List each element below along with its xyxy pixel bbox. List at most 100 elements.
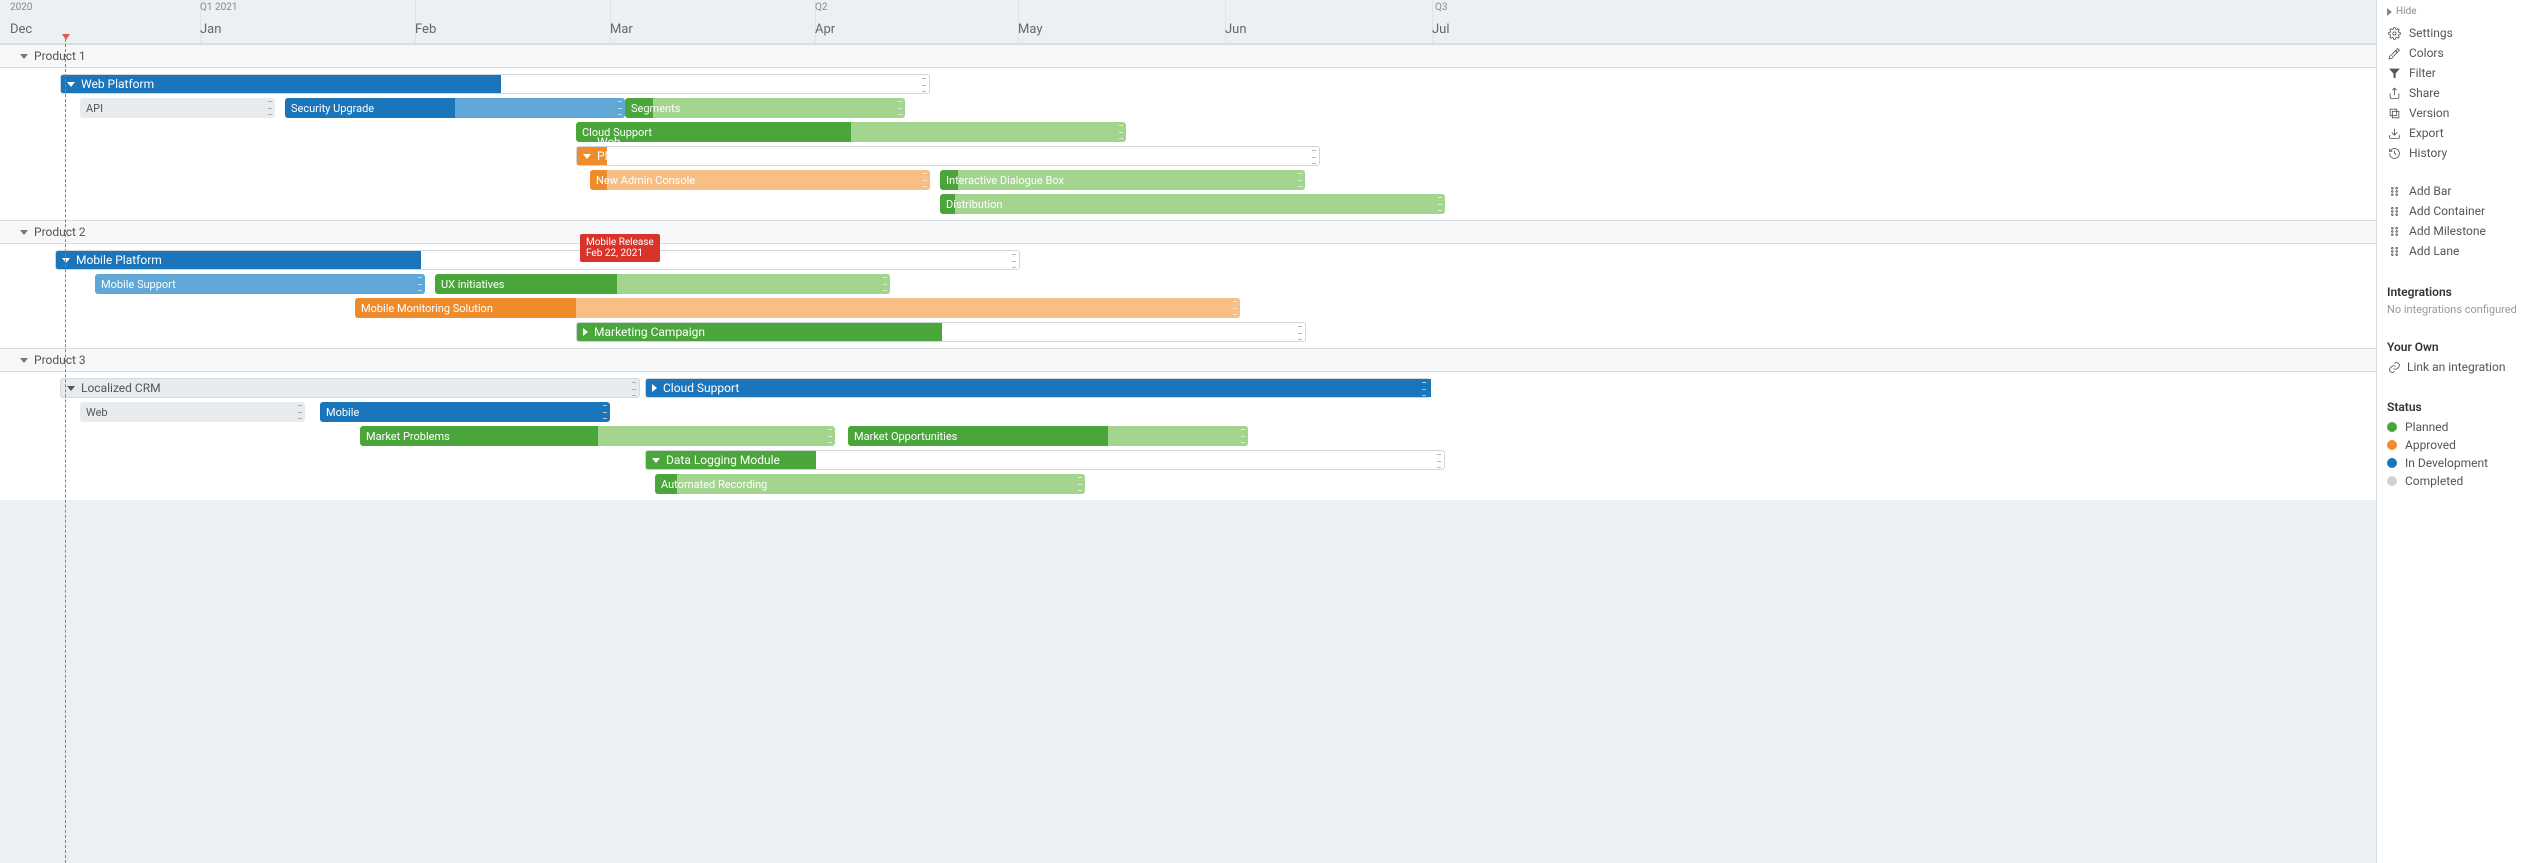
drag-handle-icon[interactable]: [1233, 301, 1237, 315]
drag-handle-icon[interactable]: [1241, 429, 1245, 443]
timeline-row: Automated Recording: [0, 472, 2376, 496]
drag-handle-icon[interactable]: [828, 429, 832, 443]
lane-title: Product 2: [34, 225, 86, 239]
menu-item-version[interactable]: Version: [2387, 103, 2536, 123]
timeline-bar[interactable]: Mobile Support: [95, 274, 425, 294]
hide-sidebar-button[interactable]: Hide: [2387, 6, 2536, 17]
timeline-row: Marketing Campaign: [0, 320, 2376, 344]
menu-item-export[interactable]: Export: [2387, 123, 2536, 143]
timeline-bar[interactable]: Web: [80, 402, 305, 422]
timeline-bar[interactable]: Cloud Support: [576, 122, 1126, 142]
timeline-bar[interactable]: Mobile Monitoring Solution: [355, 298, 1240, 318]
timeline-bar[interactable]: Distribution: [940, 194, 1445, 214]
lane-header[interactable]: Product 1: [0, 44, 2376, 68]
drag-handle-icon[interactable]: [1312, 150, 1316, 164]
menu-item-settings[interactable]: Settings: [2387, 23, 2536, 43]
timeline-bar[interactable]: Market Problems: [360, 426, 835, 446]
filter-icon: [2387, 66, 2401, 80]
container-bar[interactable]: Cloud Support: [645, 378, 1430, 398]
drag-handle-icon[interactable]: [922, 78, 926, 92]
timeline-bar[interactable]: Segments: [625, 98, 905, 118]
drag-handle-icon[interactable]: [1078, 477, 1082, 491]
timeline-bar[interactable]: UX initiatives: [435, 274, 890, 294]
drag-handle-icon[interactable]: [418, 277, 422, 291]
timeline-toplabel: Q3: [1435, 2, 1448, 13]
drag-handle-icon[interactable]: [618, 101, 622, 115]
link-integration-button[interactable]: Link an integration: [2387, 358, 2536, 376]
menu-item-history[interactable]: History: [2387, 143, 2536, 163]
container-bar[interactable]: Localized CRM: [60, 378, 640, 398]
timeline-row: Distribution: [0, 192, 2376, 216]
drag-handle-icon[interactable]: [1438, 197, 1442, 211]
drag-handle-icon[interactable]: [1422, 382, 1426, 396]
your-own-title: Your Own: [2387, 340, 2536, 354]
status-in-development[interactable]: In Development: [2387, 454, 2536, 472]
link-icon: [2387, 360, 2401, 374]
chevron-right-icon: [583, 328, 588, 336]
bar-label: Localized CRM: [81, 381, 161, 395]
lanes-container: Product 1 Web Platform API Security Upgrade…: [0, 44, 2376, 500]
timeline-bar[interactable]: Automated Recording: [655, 474, 1085, 494]
chevron-down-icon: [62, 258, 70, 263]
lane-header[interactable]: Product 3: [0, 348, 2376, 372]
container-bar[interactable]: Mobile Platform: [55, 250, 1020, 270]
menu-item-colors[interactable]: Colors: [2387, 43, 2536, 63]
integrations-title: Integrations: [2387, 285, 2536, 299]
add-item-add-bar[interactable]: Add Bar: [2387, 181, 2536, 201]
timeline-bar[interactable]: New Admin Console: [590, 170, 930, 190]
timeline-row: Localized CRM Cloud Support: [0, 376, 2376, 400]
sidebar: Hide SettingsColorsFilterShareVersionExp…: [2376, 0, 2546, 863]
timeline-bar[interactable]: Security Upgrade: [285, 98, 625, 118]
lane-header[interactable]: Product 2: [0, 220, 2376, 244]
lane-body: Mobile ReleaseFeb 22, 2021Mobile Platfor…: [0, 244, 2376, 348]
drag-handle-icon[interactable]: [1437, 454, 1441, 468]
timeline-bar[interactable]: API: [80, 98, 275, 118]
timeline-main: 2020Q1 2021Q2Q3DecJanFebMarAprMayJunJul …: [0, 0, 2376, 863]
add-item-add-lane[interactable]: Add Lane: [2387, 241, 2536, 261]
drag-handle-icon[interactable]: [603, 405, 607, 419]
bar-label: Mobile Monitoring Solution: [361, 302, 493, 315]
container-bar[interactable]: Web Platform: [60, 74, 930, 94]
add-item-add-container[interactable]: Add Container: [2387, 201, 2536, 221]
menu-item-label: Add Bar: [2409, 184, 2451, 198]
timeline-row: Web Platform 2.0: [0, 144, 2376, 168]
timeline-monthlabel: Mar: [610, 22, 633, 37]
chevron-right-icon: [2387, 8, 2392, 16]
drag-handle-icon[interactable]: [1119, 125, 1123, 139]
status-completed[interactable]: Completed: [2387, 472, 2536, 490]
container-bar[interactable]: Marketing Campaign: [576, 322, 1306, 342]
timeline-row: API Security UpgradeSegments: [0, 96, 2376, 120]
container-bar[interactable]: Data Logging Module: [645, 450, 1445, 470]
lane-title: Product 3: [34, 353, 86, 367]
chevron-right-icon: [652, 384, 657, 392]
drag-handle-icon[interactable]: [898, 101, 902, 115]
timeline-bar[interactable]: Market Opportunities: [848, 426, 1248, 446]
drag-handle-icon[interactable]: [883, 277, 887, 291]
container-bar[interactable]: Web Platform 2.0: [576, 146, 1320, 166]
bar-label: Interactive Dialogue Box: [946, 174, 1064, 187]
status-dot: [2387, 440, 2397, 450]
milestone-flag[interactable]: Mobile ReleaseFeb 22, 2021: [580, 234, 660, 262]
drag-handle-icon[interactable]: [1012, 254, 1016, 268]
drag-handle-icon[interactable]: [298, 405, 302, 419]
bar-label: Automated Recording: [661, 478, 767, 491]
chevron-down-icon: [67, 386, 75, 391]
integrations-empty: No integrations configured: [2387, 303, 2536, 316]
timeline-monthlabel: Jun: [1225, 22, 1247, 37]
timeline-bar[interactable]: Mobile: [320, 402, 610, 422]
grip-icon: [2387, 204, 2401, 218]
timeline-header[interactable]: 2020Q1 2021Q2Q3DecJanFebMarAprMayJunJul: [0, 0, 2376, 44]
status-label: Planned: [2405, 420, 2448, 434]
timeline-bar[interactable]: Interactive Dialogue Box: [940, 170, 1305, 190]
add-item-add-milestone[interactable]: Add Milestone: [2387, 221, 2536, 241]
status-title: Status: [2387, 400, 2536, 414]
menu-item-filter[interactable]: Filter: [2387, 63, 2536, 83]
status-approved[interactable]: Approved: [2387, 436, 2536, 454]
status-planned[interactable]: Planned: [2387, 418, 2536, 436]
drag-handle-icon[interactable]: [1298, 173, 1302, 187]
menu-item-share[interactable]: Share: [2387, 83, 2536, 103]
drag-handle-icon[interactable]: [923, 173, 927, 187]
drag-handle-icon[interactable]: [632, 382, 636, 396]
drag-handle-icon[interactable]: [268, 101, 272, 115]
drag-handle-icon[interactable]: [1298, 326, 1302, 340]
